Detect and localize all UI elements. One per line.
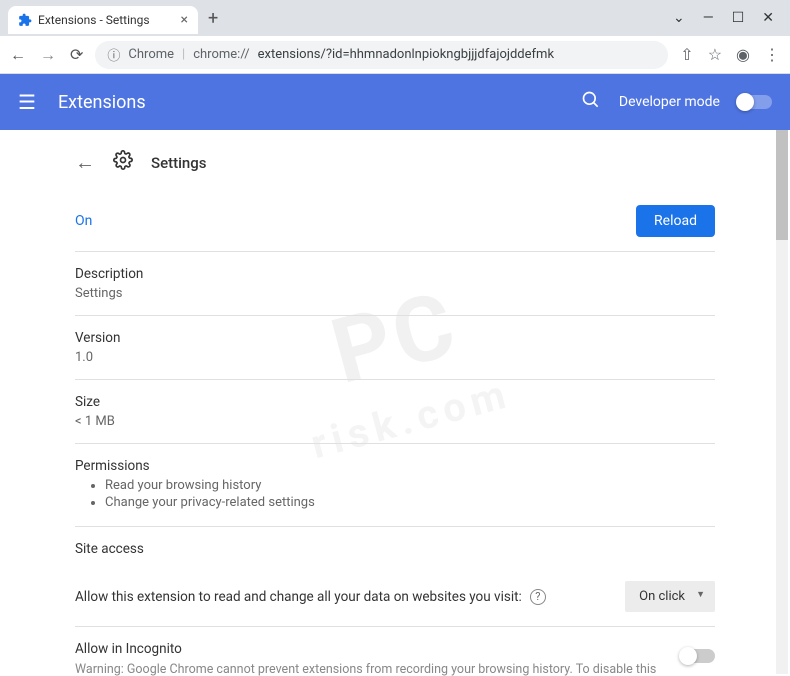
site-access-dropdown[interactable]: On click — [625, 581, 715, 612]
minimize-icon[interactable]: — — [703, 10, 714, 26]
list-item: Read your browsing history — [105, 478, 715, 493]
address-actions: ⇧ ☆ ◉ ⋮ — [680, 45, 780, 64]
extensions-header: ☰ Extensions Developer mode — [0, 74, 790, 130]
caret-down-icon[interactable]: ⌄ — [673, 10, 685, 26]
title-bar: Extensions - Settings × + ⌄ — ☐ ✕ — [0, 0, 790, 36]
new-tab-button[interactable]: + — [198, 8, 228, 29]
reload-button[interactable]: Reload — [636, 205, 715, 237]
size-value: < 1 MB — [75, 414, 715, 429]
back-arrow-icon[interactable]: ← — [75, 150, 95, 175]
version-label: Version — [75, 330, 715, 346]
menu-icon[interactable]: ⋮ — [764, 45, 780, 64]
site-access-row: Allow this extension to read and change … — [75, 567, 715, 627]
scrollbar-thumb[interactable] — [776, 130, 788, 240]
permissions-label: Permissions — [75, 458, 715, 474]
back-button[interactable]: ← — [10, 45, 26, 65]
url-prefix: Chrome — [128, 47, 174, 62]
developer-mode-toggle[interactable] — [738, 95, 772, 109]
permissions-section: Permissions Read your browsing history C… — [75, 444, 715, 527]
site-access-desc: Allow this extension to read and change … — [75, 589, 522, 605]
extensions-title: Extensions — [58, 92, 146, 113]
help-icon[interactable]: ? — [530, 589, 546, 605]
site-access-header: Site access — [75, 527, 715, 567]
address-bar: ← → ⟳ ⓘ Chrome | chrome://extensions/?id… — [0, 36, 790, 74]
nav-arrows: ← → ⟳ — [10, 45, 83, 65]
share-icon[interactable]: ⇧ — [680, 45, 693, 64]
description-label: Description — [75, 266, 715, 282]
list-item: Change your privacy-related settings — [105, 495, 715, 510]
forward-button[interactable]: → — [40, 45, 56, 65]
search-icon[interactable] — [581, 90, 601, 114]
incognito-row: Allow in Incognito Warning: Google Chrom… — [75, 627, 715, 676]
permissions-list: Read your browsing history Change your p… — [75, 478, 715, 510]
on-label[interactable]: On — [75, 213, 92, 229]
browser-chrome: Extensions - Settings × + ⌄ — ☐ ✕ ← → ⟳ … — [0, 0, 790, 74]
page-header: ← Settings — [75, 144, 715, 191]
version-value: 1.0 — [75, 350, 715, 365]
hamburger-icon[interactable]: ☰ — [18, 90, 36, 114]
version-section: Version 1.0 — [75, 316, 715, 380]
gear-icon — [113, 150, 133, 175]
developer-mode-label: Developer mode — [619, 94, 720, 110]
url-scheme: chrome:// — [193, 47, 249, 62]
tab-title: Extensions - Settings — [38, 13, 150, 27]
profile-icon[interactable]: ◉ — [736, 45, 750, 64]
bookmark-icon[interactable]: ☆ — [708, 45, 722, 64]
content: ← Settings On Reload Description Setting… — [55, 130, 735, 676]
size-section: Size < 1 MB — [75, 380, 715, 444]
size-label: Size — [75, 394, 715, 410]
puzzle-icon — [18, 13, 32, 27]
incognito-label: Allow in Incognito — [75, 641, 661, 657]
description-value: Settings — [75, 286, 715, 301]
browser-tab[interactable]: Extensions - Settings × — [8, 6, 198, 34]
reload-button[interactable]: ⟳ — [70, 45, 83, 65]
on-section: On Reload — [75, 191, 715, 252]
site-access-label: Site access — [75, 541, 715, 557]
close-window-icon[interactable]: ✕ — [762, 10, 774, 26]
incognito-warning: Warning: Google Chrome cannot prevent ex… — [75, 661, 661, 676]
incognito-toggle[interactable] — [681, 649, 715, 663]
maximize-icon[interactable]: ☐ — [732, 10, 745, 26]
site-info-icon[interactable]: ⓘ — [107, 45, 120, 64]
page-title: Settings — [151, 154, 207, 172]
scrollbar[interactable] — [776, 130, 788, 674]
close-icon[interactable]: × — [181, 12, 188, 28]
url-path: extensions/?id=hhmnadonlnpiokngbjjjdfajo… — [258, 47, 554, 62]
window-controls: ⌄ — ☐ ✕ — [673, 10, 782, 26]
url-box[interactable]: ⓘ Chrome | chrome://extensions/?id=hhmna… — [95, 41, 668, 69]
description-section: Description Settings — [75, 252, 715, 316]
